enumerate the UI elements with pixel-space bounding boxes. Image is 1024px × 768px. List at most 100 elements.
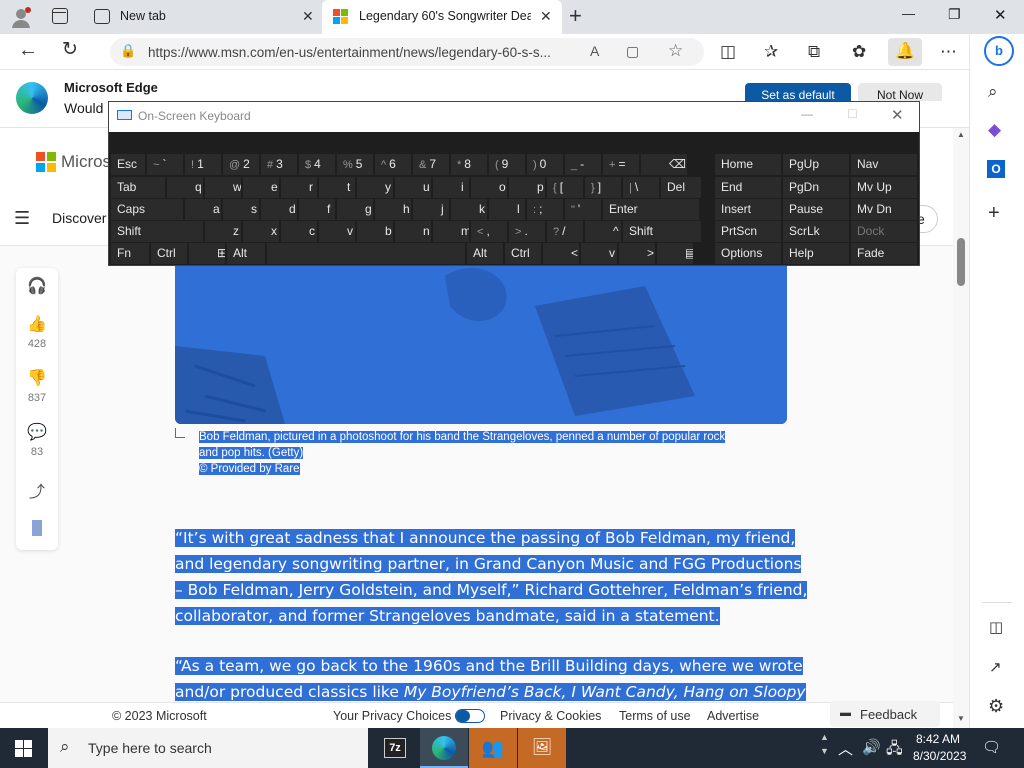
- tab-actions-icon[interactable]: [52, 8, 68, 24]
- footer-privacy-choices[interactable]: Your Privacy Choices: [333, 709, 451, 723]
- osk-key[interactable]: g: [337, 199, 373, 220]
- osk-nav-key[interactable]: Nav: [851, 154, 917, 175]
- osk-key[interactable]: _ -: [565, 154, 601, 175]
- osk-key[interactable]: Shift: [623, 221, 701, 242]
- osk-key[interactable]: i: [433, 177, 469, 198]
- tab-active-article[interactable]: Legendary 60's Songwriter Dead ✕: [322, 0, 562, 34]
- osk-key[interactable]: + =: [603, 154, 639, 175]
- footer-terms[interactable]: Terms of use: [619, 709, 691, 723]
- thumbs-down-icon[interactable]: 👎: [16, 368, 58, 388]
- osk-key[interactable]: ! 1: [185, 154, 221, 175]
- nav-discover[interactable]: Discover: [52, 210, 106, 226]
- start-button[interactable]: [15, 740, 32, 757]
- back-arrow-icon[interactable]: ←: [18, 40, 38, 60]
- osk-nav-key[interactable]: Home: [715, 154, 781, 175]
- osk-nav-key[interactable]: Insert: [715, 199, 781, 220]
- scroll-down-icon[interactable]: ▼: [957, 714, 965, 723]
- search-icon[interactable]: ⌕: [988, 82, 998, 102]
- osk-nav-key[interactable]: PgDn: [783, 177, 849, 198]
- osk-key[interactable]: $4: [299, 154, 335, 175]
- osk-nav-key[interactable]: Mv Dn: [851, 199, 917, 220]
- osk-key[interactable]: ^ 6: [375, 154, 411, 175]
- footer-privacy-cookies[interactable]: Privacy & Cookies: [500, 709, 601, 723]
- photos-app-icon[interactable]: 🖼: [518, 728, 566, 768]
- refresh-icon[interactable]: ↻: [62, 40, 78, 60]
- close-window-button[interactable]: ✕: [994, 6, 1007, 24]
- split-panel-icon[interactable]: ◫: [989, 618, 1003, 636]
- people-app-icon[interactable]: 👥: [469, 728, 517, 768]
- osk-key[interactable]: @2: [223, 154, 259, 175]
- publisher-icon[interactable]: [32, 520, 42, 536]
- new-tab-button[interactable]: +: [569, 3, 582, 29]
- osk-key[interactable]: Shift: [111, 221, 203, 242]
- page-scrollbar[interactable]: ▲ ▼: [953, 128, 969, 728]
- bing-chat-icon[interactable]: b: [984, 36, 1014, 66]
- osk-key[interactable]: ^: [585, 221, 621, 242]
- osk-key[interactable]: Esc: [111, 154, 145, 175]
- osk-key[interactable]: t: [319, 177, 355, 198]
- close-tab-icon[interactable]: ✕: [540, 8, 552, 25]
- osk-key[interactable]: s: [223, 199, 259, 220]
- osk-key[interactable]: v: [319, 221, 355, 242]
- osk-maximize-button[interactable]: ☐: [847, 107, 858, 121]
- osk-key[interactable]: Fn: [111, 243, 149, 264]
- osk-key[interactable]: [267, 243, 465, 264]
- url-text[interactable]: https://www.msn.com/en-us/entertainment/…: [148, 45, 551, 60]
- set-default-button[interactable]: Set as default: [745, 83, 851, 101]
- osk-key[interactable]: a: [185, 199, 221, 220]
- osk-nav-key[interactable]: Options: [715, 243, 781, 264]
- 7zip-app-icon[interactable]: 7z: [384, 738, 406, 758]
- favorite-star-icon[interactable]: ☆: [668, 41, 683, 61]
- notifications-center-icon[interactable]: 🗨: [982, 738, 1001, 756]
- osk-key[interactable]: o: [471, 177, 507, 198]
- osk-key[interactable]: }]: [585, 177, 621, 198]
- clock-date[interactable]: 8/30/2023: [913, 749, 966, 763]
- osk-nav-key[interactable]: PrtScn: [715, 221, 781, 242]
- clock-time[interactable]: 8:42 AM: [916, 732, 960, 746]
- osk-key[interactable]: b: [357, 221, 393, 242]
- taskbar-search[interactable]: ⌕ Type here to search: [48, 728, 368, 768]
- not-now-button[interactable]: Not Now: [858, 83, 942, 101]
- osk-key[interactable]: <,: [471, 221, 507, 242]
- osk-nav-key[interactable]: End: [715, 177, 781, 198]
- osk-key[interactable]: (9: [489, 154, 525, 175]
- osk-nav-key[interactable]: Pause: [783, 199, 849, 220]
- osk-key[interactable]: x: [243, 221, 279, 242]
- osk-key[interactable]: ? /: [547, 221, 583, 242]
- osk-key[interactable]: u: [395, 177, 431, 198]
- osk-key[interactable]: d: [261, 199, 297, 220]
- osk-key[interactable]: % 5: [337, 154, 373, 175]
- address-bar[interactable]: 🔒 https://www.msn.com/en-us/entertainmen…: [110, 38, 704, 66]
- notifications-icon[interactable]: 🔔: [888, 38, 922, 66]
- microsoft-logo-text[interactable]: Micros: [61, 152, 111, 172]
- osk-key[interactable]: ) 0: [527, 154, 563, 175]
- osk-key[interactable]: p: [509, 177, 545, 198]
- osk-key[interactable]: {[: [547, 177, 583, 198]
- osk-key[interactable]: e: [243, 177, 279, 198]
- tab-new-tab[interactable]: New tab ✕: [86, 0, 322, 34]
- osk-key[interactable]: j: [413, 199, 449, 220]
- osk-key[interactable]: Alt: [467, 243, 503, 264]
- osk-key[interactable]: Ctrl: [151, 243, 187, 264]
- osk-key[interactable]: * 8: [451, 154, 487, 175]
- more-menu-icon[interactable]: ⋯: [940, 42, 957, 62]
- osk-key[interactable]: l: [489, 199, 525, 220]
- outlook-icon[interactable]: O: [987, 160, 1005, 178]
- osk-key[interactable]: >.: [509, 221, 545, 242]
- scroll-up-icon[interactable]: ▲: [957, 130, 965, 139]
- osk-key[interactable]: Del: [661, 177, 701, 198]
- close-tab-icon[interactable]: ✕: [302, 8, 314, 25]
- osk-key[interactable]: " ': [565, 199, 601, 220]
- external-link-icon[interactable]: ↗: [989, 658, 1002, 676]
- osk-key[interactable]: q: [167, 177, 203, 198]
- osk-key[interactable]: & 7: [413, 154, 449, 175]
- osk-key[interactable]: Tab: [111, 177, 165, 198]
- thumbs-up-icon[interactable]: 👍: [16, 314, 58, 334]
- osk-title-bar[interactable]: On-Screen Keyboard — ☐ ✕: [109, 102, 919, 132]
- osk-key[interactable]: ~ `: [147, 154, 183, 175]
- feedback-button[interactable]: ▬ Feedback: [830, 701, 940, 727]
- settings-gear-icon[interactable]: ⚙: [988, 696, 1004, 717]
- osk-key[interactable]: h: [375, 199, 411, 220]
- osk-key[interactable]: #3: [261, 154, 297, 175]
- tools-icon[interactable]: ◆: [988, 120, 1001, 140]
